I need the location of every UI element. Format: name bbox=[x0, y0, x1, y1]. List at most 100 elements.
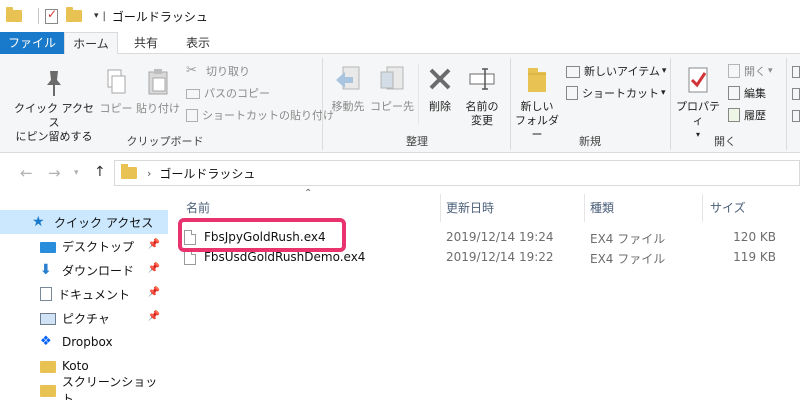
forward-arrow-icon[interactable]: → bbox=[48, 164, 61, 182]
history-label: 履歴 bbox=[744, 109, 766, 122]
column-divider[interactable] bbox=[440, 194, 441, 222]
move-to-button[interactable]: 移動先 bbox=[326, 64, 370, 114]
paste-shortcut-button[interactable]: ショートカットの貼り付け bbox=[186, 106, 334, 124]
copy-path-icon bbox=[186, 89, 200, 99]
delete-x-icon bbox=[429, 68, 451, 90]
file-size: 120 KB bbox=[733, 230, 776, 244]
ribbon-tabs: ファイル ホーム 共有 表示 bbox=[0, 32, 800, 55]
nav-item-label: ピクチャ bbox=[62, 311, 110, 326]
rename-button[interactable]: 名前の 変更 bbox=[460, 64, 504, 128]
column-header-size[interactable]: サイズ bbox=[710, 194, 746, 222]
new-folder-button[interactable]: 新しい フォルダー bbox=[514, 64, 560, 142]
rename-icon bbox=[469, 68, 495, 90]
sort-ascending-icon: ⌃ bbox=[304, 188, 313, 199]
folder-sync-icon bbox=[40, 385, 56, 397]
nav-item-downloads[interactable]: ⬇ ダウンロード 📌 bbox=[0, 258, 168, 282]
new-item-button[interactable]: 新しいアイテム ▾ bbox=[566, 62, 666, 80]
tab-view[interactable]: 表示 bbox=[172, 32, 224, 54]
nav-item-dropbox[interactable]: ❖ Dropbox bbox=[0, 330, 168, 354]
document-icon bbox=[40, 287, 52, 301]
move-to-icon bbox=[336, 66, 360, 90]
tab-file[interactable]: ファイル bbox=[0, 32, 64, 54]
history-icon bbox=[728, 108, 740, 122]
clipboard-icon bbox=[148, 69, 168, 95]
organize-group-label: 整理 bbox=[406, 135, 428, 148]
rename-label-line1: 名前の bbox=[465, 100, 499, 113]
new-folder-icon bbox=[528, 68, 546, 92]
paste-shortcut-label: ショートカットの貼り付け bbox=[202, 109, 334, 122]
copy-to-label: コピー先 bbox=[370, 100, 414, 113]
pin-label-line1: クイック アクセス bbox=[14, 102, 94, 129]
select-none-icon[interactable] bbox=[792, 88, 800, 100]
copy-to-button[interactable]: コピー先 bbox=[370, 64, 414, 114]
invert-selection-icon[interactable] bbox=[792, 110, 800, 122]
edit-button[interactable]: 編集 bbox=[728, 84, 766, 102]
pin-icon[interactable]: 📌 bbox=[148, 263, 160, 274]
chevron-right-icon[interactable]: › bbox=[147, 167, 151, 180]
copy-button[interactable]: コピー bbox=[98, 68, 134, 116]
nav-item-pictures[interactable]: ピクチャ 📌 bbox=[0, 306, 168, 330]
column-divider[interactable] bbox=[584, 194, 585, 222]
folder-icon bbox=[6, 7, 22, 22]
clipboard-group-label: クリップボード bbox=[126, 135, 204, 148]
open-button[interactable]: 開く ▾ bbox=[728, 62, 773, 80]
file-type: EX4 ファイル bbox=[590, 252, 666, 266]
properties-button[interactable]: プロパティ ▾ bbox=[672, 64, 724, 142]
easy-access-icon bbox=[566, 86, 578, 100]
pin-icon[interactable]: 📌 bbox=[148, 311, 160, 322]
copy-icon bbox=[107, 69, 126, 94]
new-folder-label-line1: 新しい bbox=[520, 100, 554, 113]
tab-home[interactable]: ホーム bbox=[64, 32, 118, 55]
file-list: ⌃ 名前 更新日時 種類 サイズ FbsJpyGoldRush.ex4 2019… bbox=[170, 188, 800, 400]
easy-access-button[interactable]: ショートカット ▾ bbox=[566, 84, 666, 102]
file-size: 119 KB bbox=[733, 250, 776, 264]
new-item-icon bbox=[566, 66, 580, 78]
ribbon-divider bbox=[418, 64, 419, 124]
download-arrow-icon: ⬇ bbox=[40, 262, 52, 278]
up-arrow-icon[interactable]: ↑ bbox=[94, 164, 106, 180]
pin-to-quick-access-button[interactable]: クイック アクセス にピン留めする bbox=[12, 68, 96, 144]
properties-label: プロパティ bbox=[676, 100, 720, 127]
nav-item-screenshots[interactable]: スクリーンショット bbox=[0, 375, 168, 400]
window-title: ゴールドラッシュ bbox=[111, 9, 208, 24]
ribbon-divider bbox=[322, 58, 323, 150]
breadcrumb[interactable]: ゴールドラッシュ bbox=[159, 165, 255, 182]
new-folder-icon[interactable] bbox=[66, 7, 82, 22]
column-header-date[interactable]: 更新日時 bbox=[446, 194, 494, 222]
open-icon bbox=[728, 64, 740, 78]
dropbox-icon: ❖ bbox=[40, 334, 52, 349]
properties-check-icon[interactable] bbox=[45, 7, 58, 24]
folder-icon bbox=[40, 361, 56, 373]
back-arrow-icon[interactable]: ← bbox=[20, 164, 33, 182]
tab-share[interactable]: 共有 bbox=[122, 32, 170, 54]
nav-item-desktop[interactable]: デスクトップ 📌 bbox=[0, 234, 168, 258]
pictures-icon bbox=[40, 313, 56, 325]
history-button[interactable]: 履歴 bbox=[728, 106, 766, 124]
new-group-label: 新規 bbox=[579, 135, 601, 148]
copy-to-icon bbox=[380, 66, 404, 90]
edit-icon bbox=[728, 86, 740, 100]
nav-item-documents[interactable]: ドキュメント 📌 bbox=[0, 282, 168, 306]
delete-button[interactable]: 削除 bbox=[420, 64, 460, 114]
select-all-icon[interactable] bbox=[792, 66, 800, 78]
file-date: 2019/12/14 19:24 bbox=[446, 230, 554, 244]
toolbar-divider: | bbox=[102, 10, 106, 22]
address-bar[interactable]: › ゴールドラッシュ bbox=[114, 160, 800, 186]
nav-item-label: Dropbox bbox=[62, 335, 113, 349]
cut-button[interactable]: ✂ 切り取り bbox=[186, 62, 250, 80]
column-divider[interactable] bbox=[702, 194, 703, 222]
nav-item-quick-access[interactable]: ★ クイック アクセス bbox=[0, 210, 168, 234]
nav-item-label: デスクトップ bbox=[62, 239, 135, 254]
toolbar-divider bbox=[38, 8, 39, 24]
paste-button[interactable]: 貼り付け bbox=[136, 68, 180, 116]
file-date: 2019/12/14 19:22 bbox=[446, 250, 554, 264]
recent-locations-chevron-icon[interactable]: ▾ bbox=[74, 168, 79, 178]
pin-icon[interactable]: 📌 bbox=[148, 239, 160, 250]
column-header-type[interactable]: 種類 bbox=[590, 194, 614, 222]
nav-item-label: Koto bbox=[62, 359, 89, 373]
chevron-down-icon[interactable]: ▾ bbox=[94, 11, 99, 21]
highlight-annotation-box bbox=[178, 218, 346, 252]
copy-path-button[interactable]: パスのコピー bbox=[186, 84, 270, 102]
paste-shortcut-icon bbox=[186, 108, 198, 122]
pin-icon[interactable]: 📌 bbox=[148, 287, 160, 298]
